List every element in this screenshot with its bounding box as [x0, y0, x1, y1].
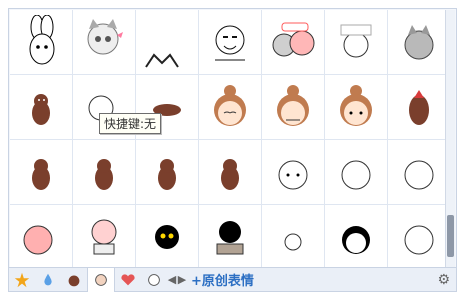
- bunny-icon: [404, 225, 434, 255]
- star-icon: [14, 272, 30, 287]
- tab-grandpa[interactable]: [87, 267, 115, 292]
- sticker-cell[interactable]: [262, 75, 324, 139]
- cat-grey-icon: [404, 25, 434, 60]
- tooltip: 快捷键:无: [99, 113, 162, 134]
- sticker-cell[interactable]: [136, 205, 198, 267]
- sticker-cell[interactable]: [10, 205, 72, 267]
- tab-heart[interactable]: [115, 268, 141, 292]
- sticker-cell[interactable]: [388, 10, 450, 74]
- black-cat-box-icon: [216, 221, 244, 255]
- cat-ears-icon: [145, 53, 179, 68]
- mole-icon: [95, 159, 113, 190]
- tab-classic[interactable]: [35, 268, 61, 292]
- bunny-icon: [341, 160, 371, 190]
- mole-icon: [32, 159, 50, 190]
- drop-icon: [44, 273, 52, 285]
- heart-icon: [121, 273, 135, 285]
- black-hair-girl-icon: [342, 226, 370, 254]
- next-arrow[interactable]: ▶: [177, 273, 187, 286]
- mole-icon: [32, 94, 50, 125]
- sticker-cell[interactable]: [10, 140, 72, 204]
- mole-icon: [221, 159, 239, 190]
- sticker-cell[interactable]: [325, 75, 387, 139]
- pig-sign-icon: [91, 219, 117, 255]
- girl-bun-icon: [277, 85, 309, 126]
- sticker-cell[interactable]: [388, 75, 450, 139]
- sticker-cell[interactable]: [199, 10, 261, 74]
- prev-arrow[interactable]: ◀: [167, 273, 177, 286]
- sticker-cell[interactable]: [73, 205, 135, 267]
- vertical-scrollbar[interactable]: [445, 10, 455, 267]
- sticker-cell[interactable]: [325, 140, 387, 204]
- face-sketch-icon: [215, 25, 245, 61]
- sticker-cell[interactable]: [262, 10, 324, 74]
- sticker-grid: [10, 10, 450, 267]
- sticker-panel: 快捷键:无: [8, 8, 457, 268]
- face-tab-icon: [148, 273, 160, 286]
- gear-icon[interactable]: ⚙: [437, 272, 450, 288]
- girl-bun-icon: [214, 85, 246, 126]
- mole-tab-icon: [68, 275, 80, 286]
- add-original-sticker-link[interactable]: +原创表情: [191, 270, 254, 289]
- pink-girl-icon: [23, 225, 53, 255]
- sticker-cell[interactable]: [388, 140, 450, 204]
- sticker-cell[interactable]: [10, 10, 72, 74]
- girl-bun-icon: [340, 85, 372, 126]
- cat-icon: [87, 19, 123, 55]
- rabbit-icon: [29, 15, 55, 65]
- tab-mole[interactable]: [61, 268, 87, 292]
- bunny-icon: [278, 160, 308, 190]
- sticker-cell[interactable]: [73, 140, 135, 204]
- grandpa-icon: [95, 273, 107, 286]
- sticker-cell[interactable]: [136, 10, 198, 74]
- sticker-cell[interactable]: [73, 10, 135, 74]
- sticker-cell[interactable]: [199, 75, 261, 139]
- bunny-icon: [404, 160, 434, 190]
- mole-icon: [158, 159, 176, 190]
- sticker-cell[interactable]: [10, 75, 72, 139]
- fan-girl-icon: [272, 22, 315, 57]
- sticker-cell[interactable]: [262, 140, 324, 204]
- sticker-cell[interactable]: [388, 205, 450, 267]
- bird-icon: [409, 90, 429, 125]
- chibi-girl-icon: [340, 24, 372, 58]
- sticker-cell[interactable]: [325, 205, 387, 267]
- sticker-cell[interactable]: [325, 10, 387, 74]
- tab-face[interactable]: [141, 268, 167, 292]
- sticker-tabs: ◀ ▶ +原创表情 ⚙: [8, 267, 457, 292]
- black-cat-icon: [155, 225, 179, 249]
- sticker-cell[interactable]: [199, 140, 261, 204]
- tab-favorites[interactable]: [9, 268, 35, 292]
- sticker-cell[interactable]: [199, 205, 261, 267]
- scrollbar-thumb[interactable]: [447, 215, 454, 257]
- sticker-cell[interactable]: [262, 205, 324, 267]
- sticker-cell[interactable]: [136, 140, 198, 204]
- rabbit-small-icon: [284, 233, 302, 251]
